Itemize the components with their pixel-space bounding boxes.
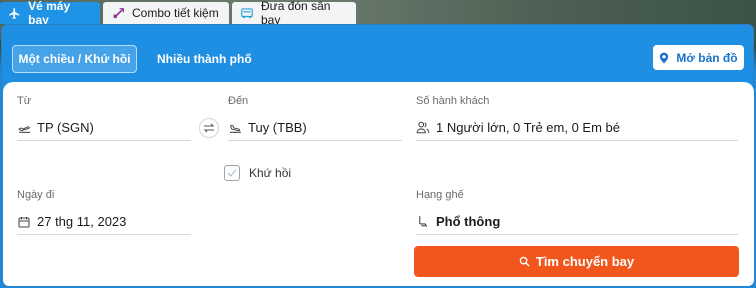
plane-takeoff-icon	[17, 121, 31, 135]
tab-combo[interactable]: Combo tiết kiệm	[103, 2, 229, 24]
departure-date-value: 27 thg 11, 2023	[37, 214, 127, 229]
departure-date-label: Ngày đi	[17, 189, 55, 201]
plane-landing-icon	[228, 121, 242, 135]
open-map-button[interactable]: Mở bản đồ	[653, 45, 744, 70]
tab-airport-transfer[interactable]: Đưa đón sân bay	[232, 0, 356, 27]
round-trip-label: Khứ hồi	[249, 166, 292, 180]
search-icon	[519, 256, 530, 267]
seat-class-label: Hạng ghế	[416, 189, 464, 201]
product-tabs: Vé máy bay Combo tiết kiệm Đưa đón sân b…	[0, 0, 359, 27]
from-label: Từ	[17, 95, 32, 107]
tab-combo-label: Combo tiết kiệm	[132, 6, 219, 20]
passengers-value: 1 Người lớn, 0 Trẻ em, 0 Em bé	[436, 120, 620, 135]
tab-flights[interactable]: Vé máy bay	[0, 0, 100, 27]
from-field[interactable]: TP (SGN)	[17, 115, 191, 141]
mode-multi-city[interactable]: Nhiều thành phố	[157, 45, 252, 73]
checkbox-box[interactable]	[224, 165, 240, 181]
search-flights-label: Tìm chuyến bay	[535, 254, 635, 269]
mode-one-way-round-trip[interactable]: Một chiều / Khứ hồi	[12, 45, 137, 73]
departure-date-field[interactable]: 27 thg 11, 2023	[17, 209, 191, 235]
open-map-label: Mở bản đồ	[676, 50, 738, 65]
seat-class-field[interactable]: Phổ thông	[416, 209, 738, 235]
seat-icon	[416, 215, 430, 229]
passengers-field[interactable]: 1 Người lớn, 0 Trẻ em, 0 Em bé	[416, 115, 738, 141]
to-label: Đến	[228, 95, 249, 107]
from-value: TP (SGN)	[37, 120, 94, 135]
passengers-label: Số hành khách	[416, 95, 490, 107]
to-value: Tuy (TBB)	[248, 120, 307, 135]
tab-airport-transfer-label: Đưa đón sân bay	[261, 0, 331, 27]
combo-ticket-icon	[111, 6, 125, 20]
round-trip-checkbox[interactable]: Khứ hồi	[224, 165, 291, 181]
airport-transfer-icon	[240, 6, 254, 20]
tab-flights-label: Vé máy bay	[28, 0, 71, 27]
search-flights-button[interactable]: Tìm chuyến bay	[414, 246, 739, 277]
airplane-icon	[8, 6, 21, 20]
map-pin-icon	[660, 52, 669, 63]
swap-icon	[203, 123, 215, 133]
swap-button[interactable]	[199, 118, 219, 138]
passengers-icon	[416, 121, 430, 135]
calendar-icon	[17, 215, 31, 229]
to-field[interactable]: Tuy (TBB)	[228, 115, 402, 141]
check-icon	[227, 169, 237, 177]
seat-class-value: Phổ thông	[436, 214, 501, 229]
